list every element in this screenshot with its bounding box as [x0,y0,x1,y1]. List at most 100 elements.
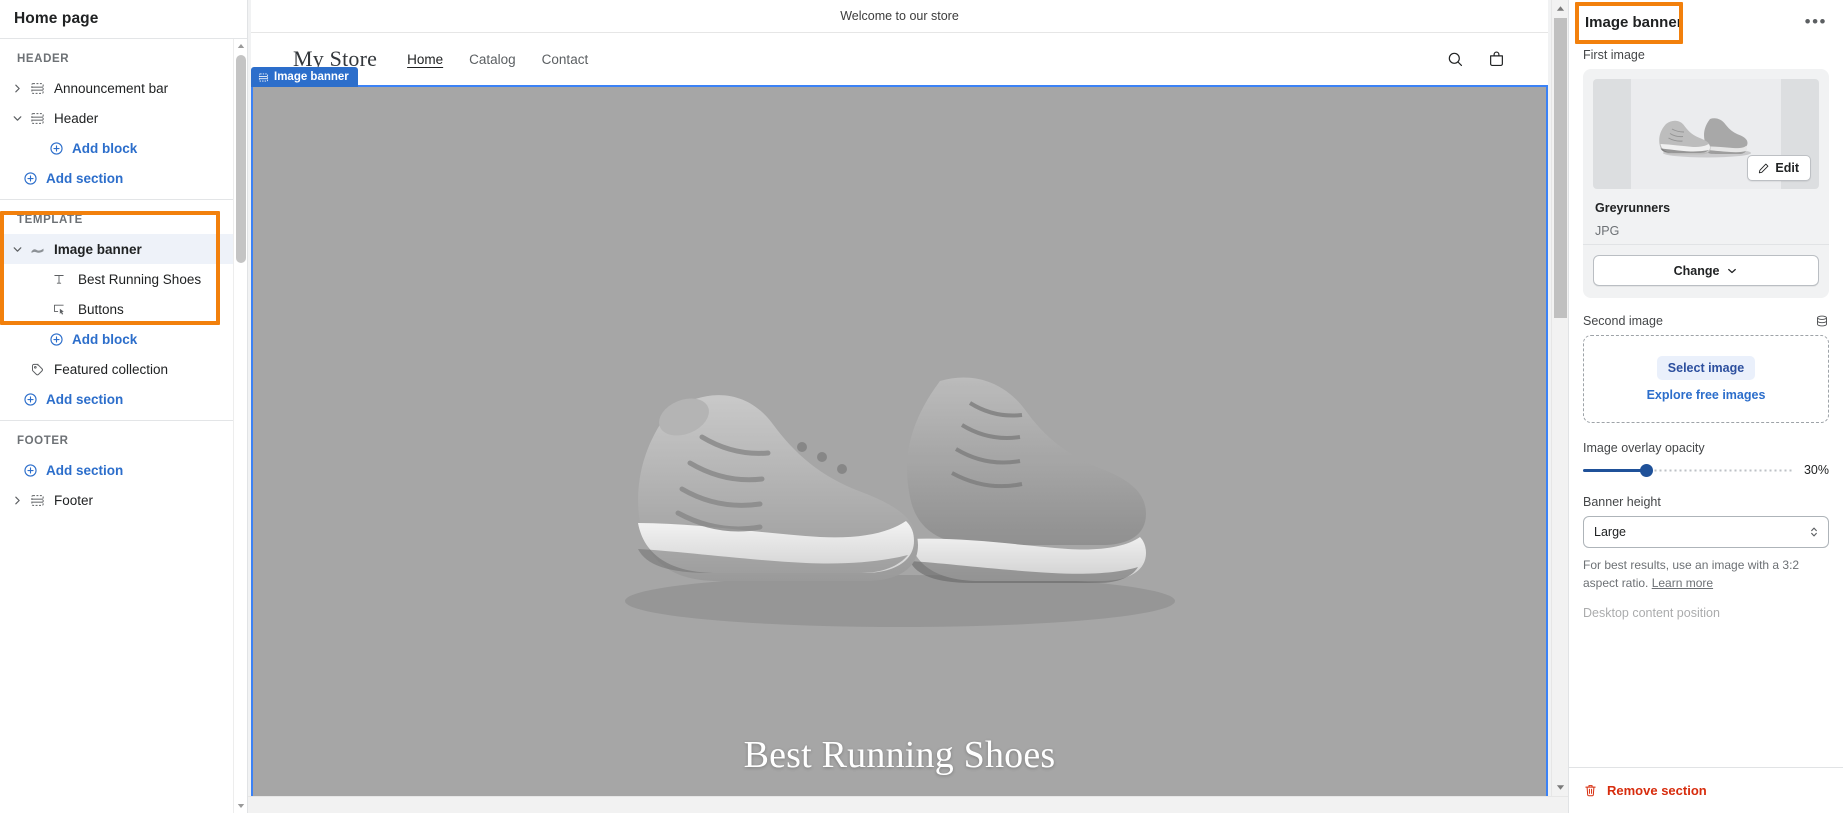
inspector-header: Image banner ••• [1569,0,1843,42]
overlay-opacity-label: Image overlay opacity [1583,441,1705,455]
announcement-bar[interactable]: Welcome to our store [251,0,1548,33]
sidebar-item-header[interactable]: Header [0,103,247,133]
add-block-label: Add block [72,140,138,156]
button-block-icon [48,302,70,316]
slider-knob[interactable] [1639,464,1653,477]
sidebar-scroll-area: HEADER Announcement bar Header Add block… [0,39,247,813]
trash-icon [1585,785,1596,797]
image-file-type: JPG [1595,224,1620,238]
sidebar-item-featured-collection[interactable]: Featured collection [0,354,247,384]
change-image-wrap: Change [1583,244,1829,288]
chevron-down-icon[interactable] [8,244,26,255]
preview-scrollbar[interactable] [1551,0,1568,796]
preview-viewport: Welcome to our store My Store Home Catal… [251,0,1548,796]
nav-link-home[interactable]: Home [407,52,443,67]
plus-circle-icon [22,462,38,478]
section-inspector-panel: Image banner ••• First image Edit Greyru… [1568,0,1843,813]
sidebar-item-announcement-bar[interactable]: Announcement bar [0,73,247,103]
overlay-opacity-slider[interactable] [1583,462,1792,478]
sidebar-block-label: Buttons [78,301,124,317]
change-label: Change [1673,263,1720,278]
remove-section-label: Remove section [1607,783,1707,798]
dynamic-source-icon[interactable] [1815,314,1829,328]
chevron-right-icon[interactable] [8,495,26,506]
theme-editor-window: Home page HEADER Announcement bar Header… [0,0,1843,813]
slider-track-active [1583,469,1646,472]
learn-more-link[interactable]: Learn more [1652,576,1713,590]
scroll-down-arrow-icon[interactable] [234,799,248,813]
sidebar-item-image-banner[interactable]: Image banner [0,234,247,264]
add-section-button-footer[interactable]: Add section [0,455,247,485]
add-section-label: Add section [46,391,124,407]
inspector-footer: Remove section [1569,767,1843,813]
ellipsis-icon[interactable]: ••• [1803,11,1829,33]
chevron-right-icon[interactable] [8,83,26,94]
scroll-up-arrow-icon[interactable] [1552,0,1568,17]
scroll-down-arrow-icon[interactable] [1552,779,1568,796]
announcement-text: Welcome to our store [840,9,959,23]
pencil-icon [1759,163,1769,173]
explore-free-images-link[interactable]: Explore free images [1647,388,1766,402]
add-block-button-template[interactable]: Add block [0,324,247,354]
section-icon [26,493,48,508]
preview-scrollbar-thumb[interactable] [1554,18,1567,318]
add-block-button-header[interactable]: Add block [0,133,247,163]
inspector-body: First image Edit Greyrunners JPG Change … [1569,42,1843,767]
second-image-dropzone[interactable]: Select image Explore free images [1583,335,1829,423]
sidebar-item-footer[interactable]: Footer [0,485,247,515]
overlay-opacity-row: 30% [1583,462,1829,478]
image-thumbnail[interactable]: Edit [1593,79,1819,189]
plus-circle-icon [48,140,64,156]
thumbnail-shoes-illustration [1659,118,1751,158]
edit-image-button[interactable]: Edit [1747,155,1811,181]
add-section-button-template[interactable]: Add section [0,384,247,414]
sidebar-caption-header: HEADER [17,53,70,65]
chevron-up-down-icon [1808,525,1820,539]
sidebar-group-footer: FOOTER Add section Footer [0,421,247,521]
store-actions [1446,50,1506,69]
scroll-up-arrow-icon[interactable] [234,39,248,53]
page-title: Home page [0,0,247,39]
image-banner-section[interactable]: Image banner Best Running Shoes [251,67,1548,796]
section-icon [26,111,48,126]
sidebar-block-buttons[interactable]: Buttons [0,294,247,324]
banner-height-help: For best results, use an image with a 3:… [1583,556,1829,592]
inspector-title: Image banner [1585,13,1683,31]
search-icon[interactable] [1446,50,1465,69]
sidebar-scrollbar-thumb[interactable] [236,55,246,263]
preview-horizontal-scrollbar[interactable] [248,796,1568,813]
image-banner-icon [26,242,48,257]
sidebar-item-label: Footer [54,492,94,508]
banner-height-select[interactable]: Large [1583,516,1829,548]
nav-link-contact[interactable]: Contact [542,52,589,67]
sidebar-block-best-running-shoes[interactable]: Best Running Shoes [0,264,247,294]
nav-link-catalog[interactable]: Catalog [469,52,516,67]
sidebar-group-header: HEADER Announcement bar Header Add block… [0,39,247,200]
add-section-button-header[interactable]: Add section [0,163,247,193]
sections-sidebar: Home page HEADER Announcement bar Header… [0,0,248,813]
add-section-label: Add section [46,462,124,478]
text-block-icon [48,272,70,286]
banner-height-label: Banner height [1583,495,1661,509]
section-tag-badge[interactable]: Image banner [251,67,358,87]
store-nav: Home Catalog Contact [407,52,588,67]
sidebar-item-label: Announcement bar [54,80,169,96]
sidebar-caption-template: TEMPLATE [17,214,83,226]
cart-icon[interactable] [1487,50,1506,69]
second-image-label: Second image [1583,314,1663,328]
image-file-name: Greyrunners [1595,201,1671,215]
overlay-opacity-value: 30% [1803,463,1829,477]
store-header: My Store Home Catalog Contact [251,33,1548,85]
change-image-button[interactable]: Change [1593,255,1819,286]
next-setting-label-cutoff: Desktop content position [1583,606,1720,620]
sidebar-item-label: Featured collection [54,361,169,377]
select-image-button[interactable]: Select image [1656,356,1756,380]
store-preview: Welcome to our store My Store Home Catal… [248,0,1568,813]
chevron-down-icon[interactable] [8,113,26,124]
remove-section-button[interactable]: Remove section [1583,783,1707,798]
section-icon [258,73,269,81]
banner-height-value: Large [1594,525,1626,539]
add-section-label: Add section [46,170,124,186]
banner-heading[interactable]: Best Running Shoes [744,733,1056,777]
sidebar-scrollbar[interactable] [233,39,247,813]
